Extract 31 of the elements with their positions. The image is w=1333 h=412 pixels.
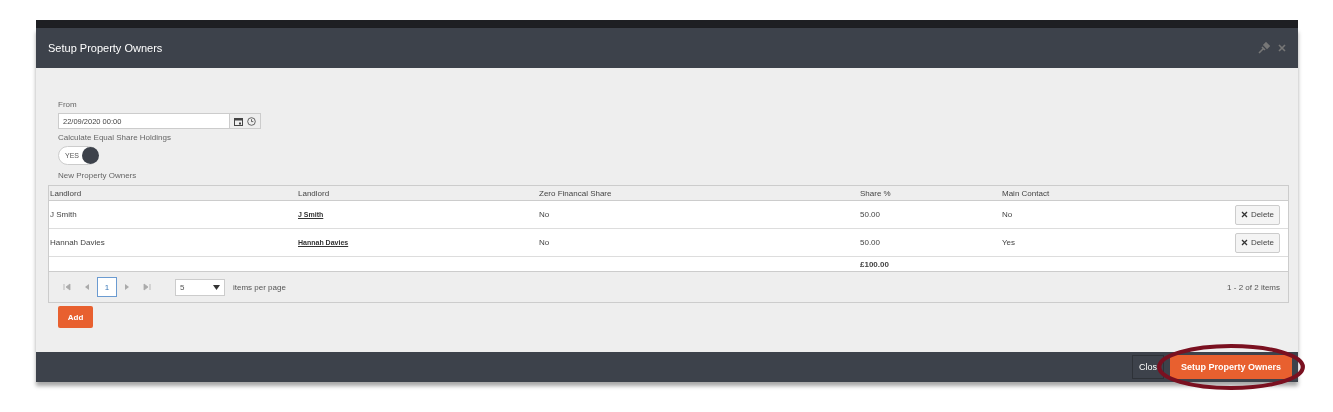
total-cell-text: £100.00 [859,259,890,269]
column-header[interactable]: Share % [859,188,1001,198]
field-label: Calculate Equal Share Holdings [58,133,172,142]
caret-icon [213,284,220,290]
table-cell-text: No [538,238,551,247]
section-label: New Property Owners [58,171,138,180]
pager-summary: 1 - 2 of 2 items [1227,282,1280,292]
table-cell-text: No [538,210,551,219]
page-size-label: items per page [233,282,286,292]
table-cell-text: Hannah Davies [49,238,106,247]
dialog-title: Setup Property Owners [48,42,163,54]
table-cell-text: 50.00 [859,238,882,247]
column-header[interactable]: Landlord [49,188,297,198]
delete-button[interactable]: Delete [1234,232,1280,253]
calendar-icon[interactable] [234,116,243,126]
close-icon[interactable] [1278,44,1286,52]
column-header[interactable]: Main Contact [1001,188,1288,198]
close-icon [1240,239,1248,246]
page-button[interactable]: 1 [97,277,117,297]
close-icon [1240,211,1248,218]
column-header[interactable]: Landlord [297,188,538,198]
table-cell-text: Yes [1001,238,1017,247]
table-cell-text: J Smith [49,210,78,219]
delete-button[interactable]: Delete [1234,204,1280,225]
field-label: From [58,100,78,109]
table-cell-text: No [1001,210,1014,219]
close-button[interactable]: Clos [1131,355,1164,379]
clock-icon[interactable] [247,116,256,126]
table-cell-text: 50.00 [859,210,882,219]
column-header[interactable]: Zero Financal Share [538,188,859,198]
page-size-dropdown[interactable]: 5 [175,278,225,296]
